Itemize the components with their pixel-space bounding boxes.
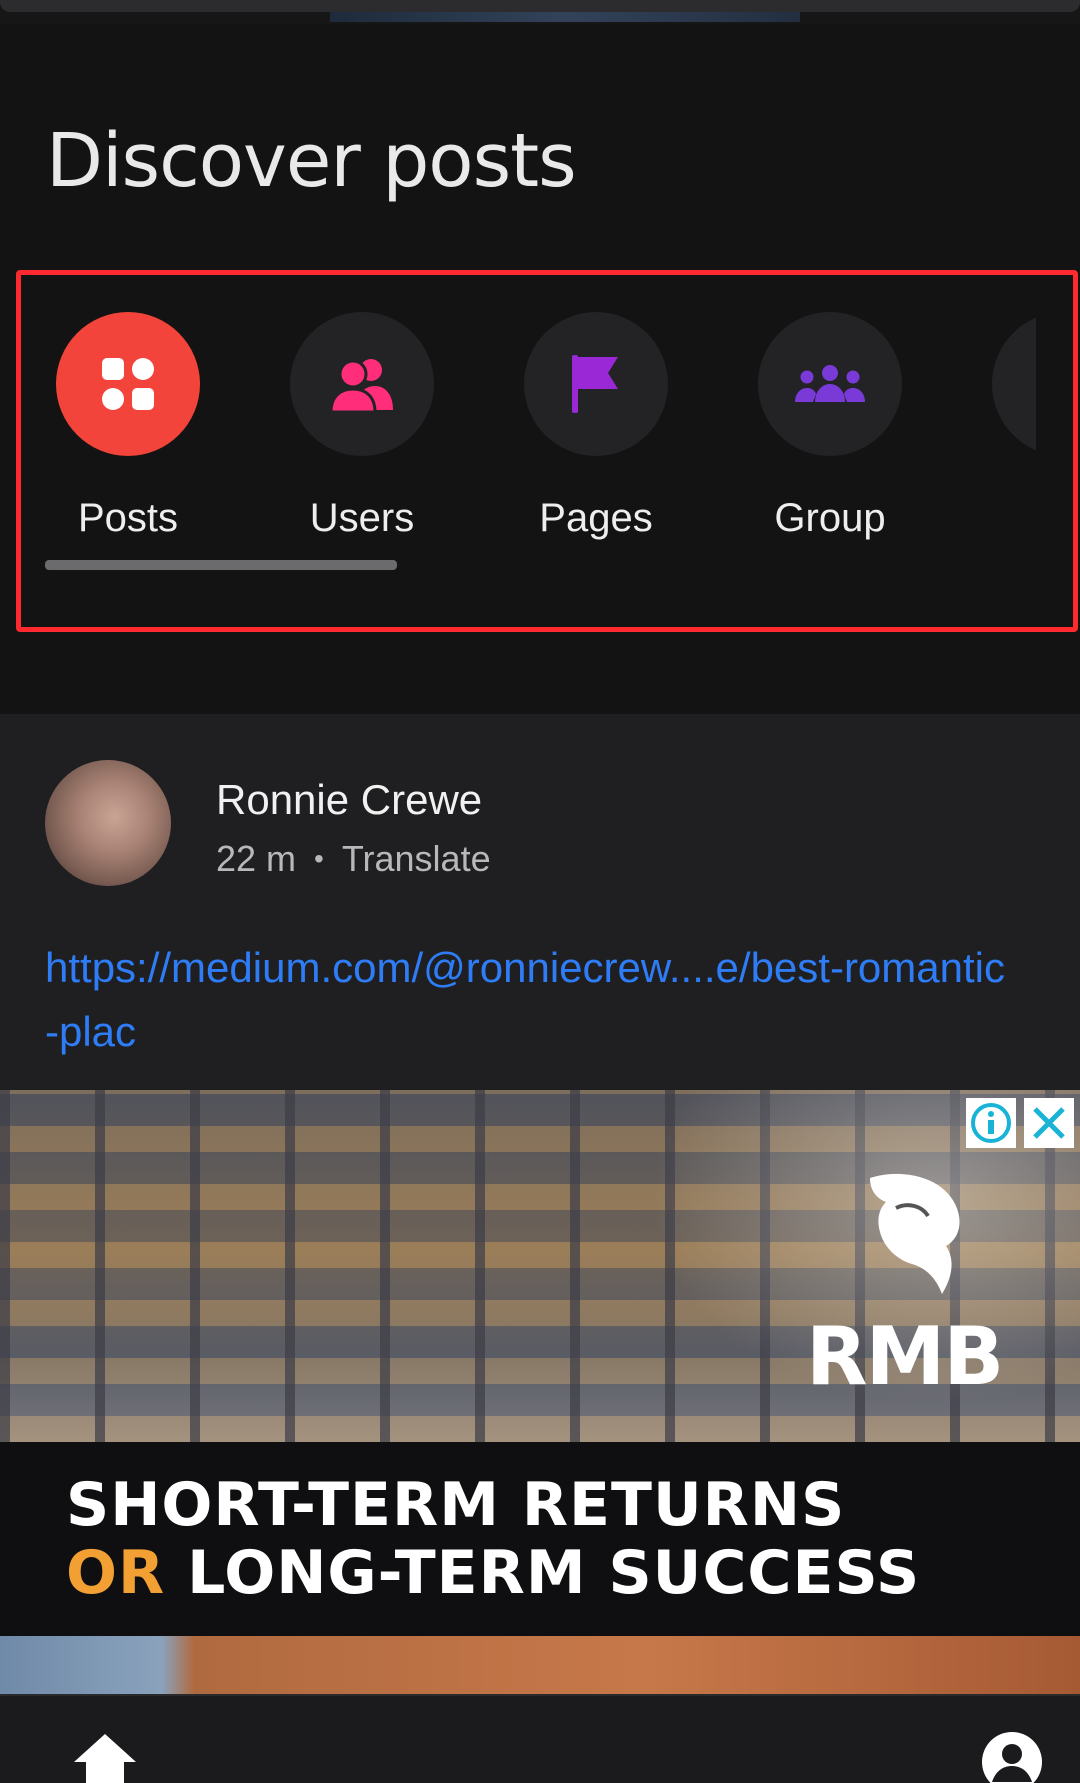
tab-partial[interactable]: E xyxy=(964,312,1036,572)
post-card: Ronnie Crewe 22 m • Translate https://me… xyxy=(0,714,1080,1694)
partial-icon-circle[interactable] xyxy=(992,312,1036,456)
previous-content-strip xyxy=(0,0,1080,24)
users-icon-circle[interactable] xyxy=(290,312,434,456)
ad-headline-accent: OR xyxy=(66,1538,166,1608)
ad-info-button[interactable] xyxy=(966,1098,1016,1148)
users-icon xyxy=(331,359,393,412)
category-tabs[interactable]: Posts Users Pages Group xyxy=(28,300,1036,600)
group-icon xyxy=(795,365,865,402)
tab-posts[interactable]: Posts xyxy=(28,312,228,572)
page-title: Discover posts xyxy=(46,118,577,204)
ad-lion-logo-icon xyxy=(870,1173,960,1294)
flag-icon xyxy=(572,355,618,413)
meta-separator: • xyxy=(314,843,324,874)
tab-posts-label: Posts xyxy=(77,496,179,540)
advertisement[interactable]: RMB SHORT-TERM RETURNS OR LONG-TERM SUCC… xyxy=(0,1090,1080,1636)
post-link[interactable]: https://medium.com/@ronniecrew....e/best… xyxy=(45,936,1005,1064)
grid-icon xyxy=(102,358,154,410)
previous-image-edge xyxy=(330,12,800,22)
post-author[interactable]: Ronnie Crewe xyxy=(216,776,482,824)
close-icon xyxy=(1033,1107,1065,1139)
pages-icon-circle[interactable] xyxy=(524,312,668,456)
ad-headline-rest: LONG-TERM SUCCESS xyxy=(165,1538,921,1608)
translate-link[interactable]: Translate xyxy=(342,838,491,880)
tab-scroll-indicator xyxy=(45,560,397,570)
posts-icon-circle[interactable] xyxy=(56,312,200,456)
profile-icon[interactable] xyxy=(980,1730,1044,1783)
tab-pages[interactable]: Pages xyxy=(496,312,696,572)
discover-page: Discover posts Posts Users Pages Group R… xyxy=(0,0,1080,1783)
ad-close-button[interactable] xyxy=(1024,1098,1074,1148)
ad-headline-line1: SHORT-TERM RETURNS xyxy=(66,1470,846,1540)
avatar[interactable] xyxy=(45,760,171,886)
ad-headline-line2: OR LONG-TERM SUCCESS xyxy=(66,1538,920,1608)
tab-group-label: Group xyxy=(774,496,886,540)
tab-users-label: Users xyxy=(309,496,415,540)
previous-card-edge xyxy=(0,0,1080,12)
next-post-image[interactable] xyxy=(0,1636,1080,1694)
post-time: 22 m xyxy=(216,838,297,879)
info-icon xyxy=(971,1103,1011,1143)
group-icon-circle[interactable] xyxy=(758,312,902,456)
tab-group[interactable]: Group xyxy=(730,312,930,572)
bottom-nav xyxy=(0,1694,1080,1783)
home-icon[interactable] xyxy=(70,1730,140,1783)
ad-banner: SHORT-TERM RETURNS OR LONG-TERM SUCCESS xyxy=(0,1442,1080,1636)
tab-pages-label: Pages xyxy=(539,496,653,540)
post-meta: 22 m • Translate xyxy=(216,838,491,880)
ad-brand: RMB xyxy=(806,1310,1004,1403)
tab-users[interactable]: Users xyxy=(262,312,462,572)
